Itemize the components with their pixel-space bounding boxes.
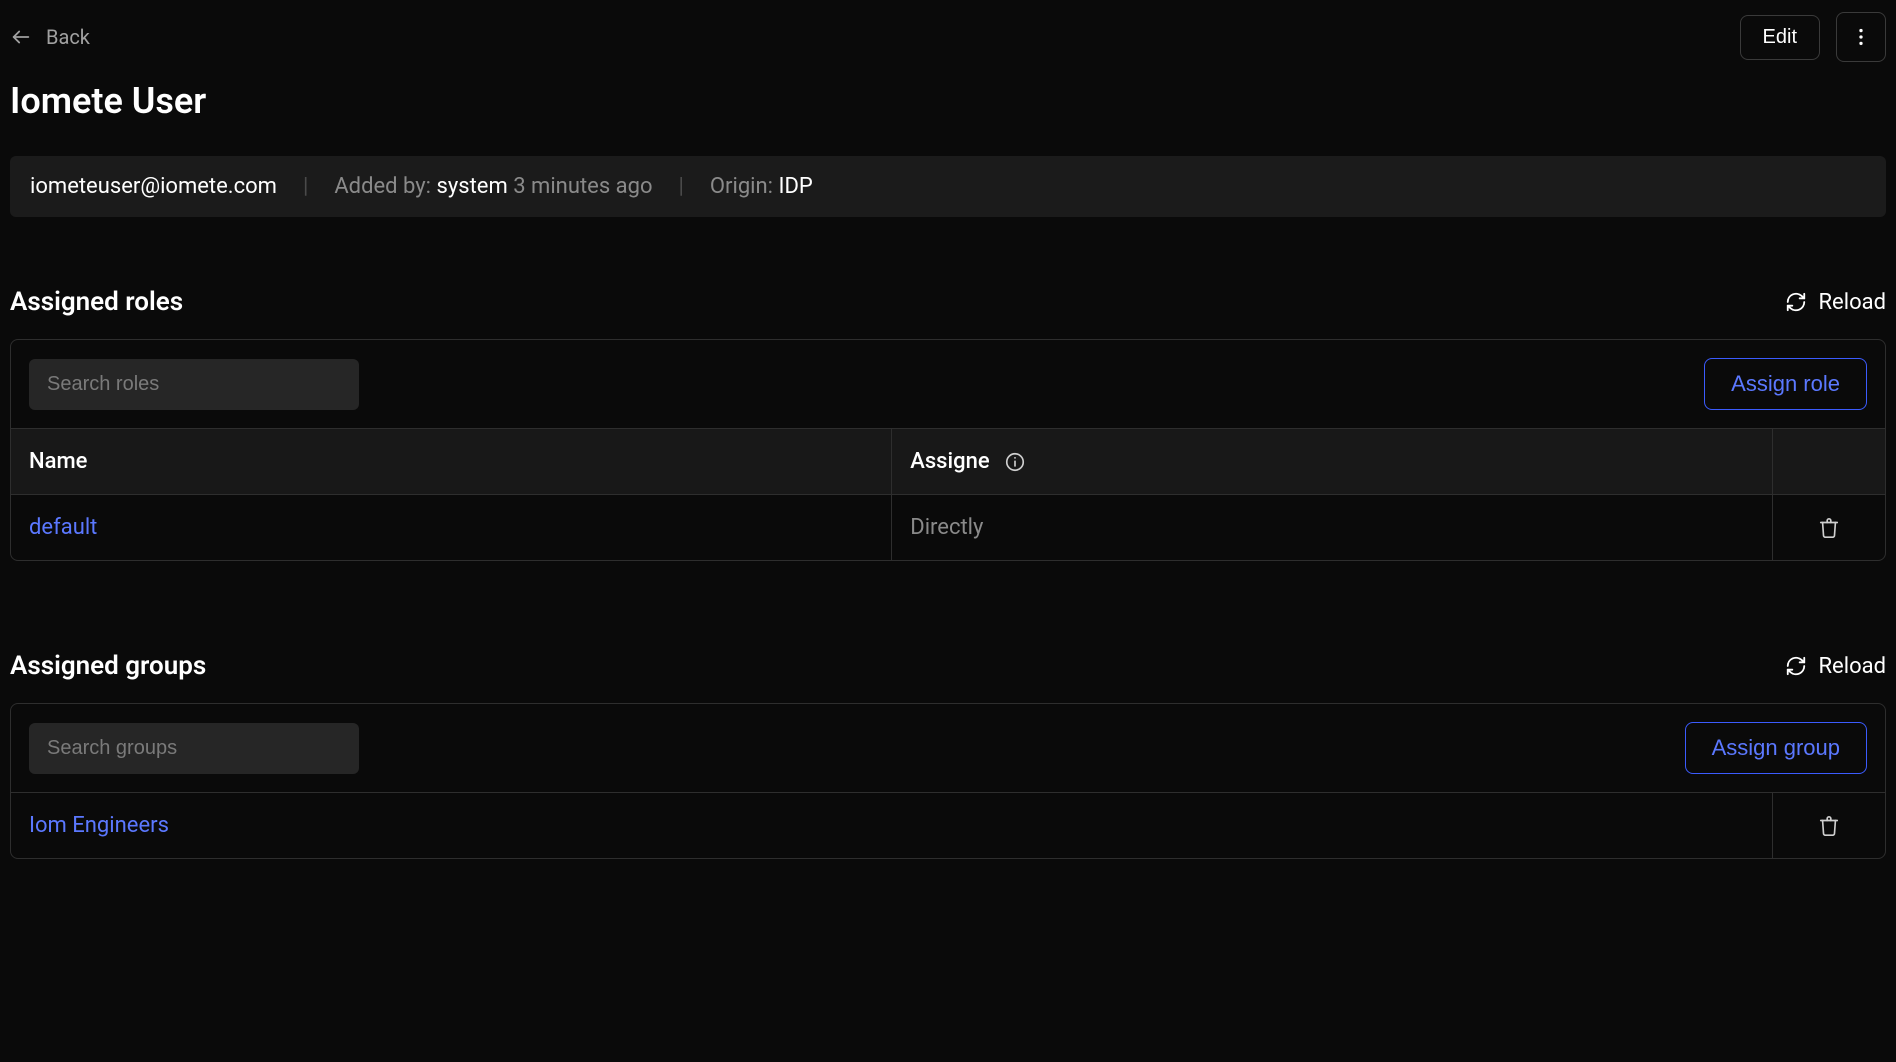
trash-icon bbox=[1818, 517, 1840, 539]
assign-group-button[interactable]: Assign group bbox=[1685, 722, 1867, 774]
column-actions bbox=[1773, 429, 1885, 495]
back-link[interactable]: Back bbox=[10, 25, 90, 49]
delete-group-button[interactable] bbox=[1791, 815, 1867, 837]
groups-panel: Assign group Iom Engineers bbox=[10, 703, 1886, 859]
info-icon[interactable] bbox=[1004, 451, 1026, 473]
dots-vertical-icon bbox=[1850, 26, 1872, 48]
added-by-label: Added by: bbox=[334, 174, 431, 199]
reload-label: Reload bbox=[1819, 654, 1887, 679]
divider: | bbox=[303, 174, 308, 199]
roles-section-title: Assigned roles bbox=[10, 287, 183, 317]
reload-icon bbox=[1785, 655, 1807, 677]
added-by-value: system bbox=[436, 174, 507, 199]
more-actions-button[interactable] bbox=[1836, 12, 1886, 62]
search-groups-input[interactable] bbox=[29, 723, 359, 774]
group-link[interactable]: Iom Engineers bbox=[29, 813, 169, 838]
back-label: Back bbox=[46, 25, 90, 49]
table-row: default Directly bbox=[11, 495, 1885, 561]
page-title: Iomete User bbox=[10, 80, 1886, 122]
roles-reload-button[interactable]: Reload bbox=[1785, 290, 1887, 315]
column-name: Name bbox=[11, 429, 892, 495]
edit-button[interactable]: Edit bbox=[1740, 15, 1820, 60]
user-email: iometeuser@iomete.com bbox=[30, 174, 277, 199]
arrow-left-icon bbox=[10, 26, 32, 48]
trash-icon bbox=[1818, 815, 1840, 837]
role-link[interactable]: default bbox=[29, 515, 97, 540]
search-roles-input[interactable] bbox=[29, 359, 359, 410]
reload-icon bbox=[1785, 291, 1807, 313]
groups-reload-button[interactable]: Reload bbox=[1785, 654, 1887, 679]
assign-role-button[interactable]: Assign role bbox=[1704, 358, 1867, 410]
column-assigne-label: Assigne bbox=[910, 449, 989, 474]
user-info-bar: iometeuser@iomete.com | Added by: system… bbox=[10, 156, 1886, 217]
groups-table: Iom Engineers bbox=[11, 792, 1885, 858]
role-assigne: Directly bbox=[910, 515, 983, 540]
table-header-row: Name Assigne bbox=[11, 429, 1885, 495]
reload-label: Reload bbox=[1819, 290, 1887, 315]
table-row: Iom Engineers bbox=[11, 793, 1885, 859]
roles-table: Name Assigne default Directl bbox=[11, 428, 1885, 560]
column-assigne: Assigne bbox=[892, 429, 1773, 495]
roles-panel: Assign role Name Assigne bbox=[10, 339, 1886, 561]
groups-section-title: Assigned groups bbox=[10, 651, 206, 681]
origin-label: Origin: bbox=[710, 174, 773, 199]
divider: | bbox=[679, 174, 684, 199]
delete-role-button[interactable] bbox=[1791, 517, 1867, 539]
origin-value: IDP bbox=[778, 174, 812, 199]
added-time: 3 minutes ago bbox=[513, 174, 652, 199]
